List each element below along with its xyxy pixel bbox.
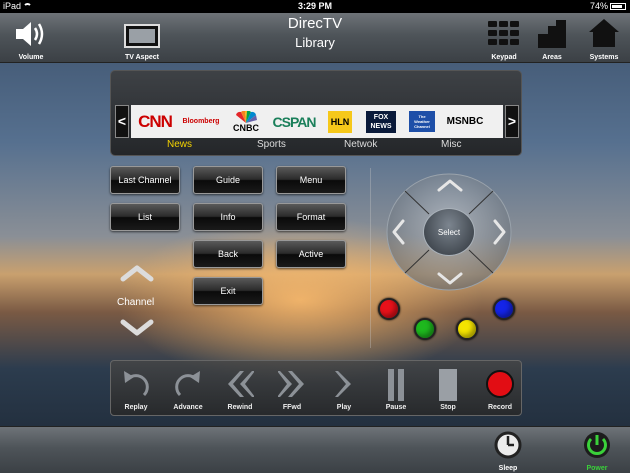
channel-logo-foxnews[interactable]: FOX NEWS [363,107,399,136]
volume-label: Volume [18,54,44,61]
play-button[interactable]: Play [319,361,369,417]
status-time: 3:29 PM [297,1,332,11]
keypad-button[interactable]: Keypad [482,13,526,63]
channel-logo-cnn[interactable]: CNN [135,107,175,136]
rewind-button[interactable]: Rewind [215,361,265,417]
advance-button[interactable]: Advance [163,361,213,417]
power-icon [584,432,610,458]
channel-logo-bloomberg[interactable]: Bloomberg [179,107,223,136]
replay-button[interactable]: Replay [111,361,161,417]
green-button[interactable] [414,318,436,340]
transport-controls: Replay Advance Rewind FFwd Play Pause St… [110,360,522,416]
yellow-button[interactable] [456,318,478,340]
last-channel-button[interactable]: Last Channel [110,166,180,194]
pause-icon [388,369,404,401]
back-button[interactable]: Back [193,240,263,268]
channels-next-button[interactable]: > [505,105,519,138]
dpad-down-button[interactable] [437,272,463,286]
channel-logo-strip: CNN Bloomberg CNBC CSPAN HLN FOX NEWS Th… [131,105,503,138]
power-label: Power [586,465,608,472]
record-icon [486,370,514,398]
battery-icon [610,3,626,11]
home-icon [589,19,619,47]
channel-logo-cspan[interactable]: CSPAN [271,107,317,136]
red-button[interactable] [378,298,400,320]
fast-forward-icon [278,371,304,397]
sleep-button[interactable]: Sleep [486,427,530,473]
channel-logo-hln[interactable]: HLN [323,107,357,136]
category-tab-news[interactable]: News [167,139,192,150]
channel-logo-msnbc[interactable]: MSNBC [445,107,485,136]
dpad: Select [385,172,513,292]
guide-button[interactable]: Guide [193,166,263,194]
top-nav-bar: Volume TV Aspect DirecTV Library Keypad … [0,13,630,63]
rewind-icon [228,371,254,397]
dpad-up-button[interactable] [437,178,463,192]
stop-icon [439,369,457,401]
category-tab-misc[interactable]: Misc [441,139,462,150]
channel-up-button[interactable] [120,264,154,282]
channel-favorites-panel: < CNN Bloomberg CNBC CSPAN HLN FOX NEWS … [110,70,522,156]
menu-button[interactable]: Menu [276,166,346,194]
areas-icon [538,20,566,48]
dpad-select-button[interactable]: Select [423,208,475,256]
areas-button[interactable]: Areas [532,13,572,63]
active-button[interactable]: Active [276,240,346,268]
keypad-icon [488,21,519,45]
channel-down-button[interactable] [120,319,154,337]
info-button[interactable]: Info [193,203,263,231]
status-bar: iPad 3:29 PM 74% [0,0,630,13]
channel-logo-cnbc[interactable]: CNBC [227,107,265,136]
record-button[interactable]: Record [475,361,525,417]
advance-icon [175,371,200,397]
category-tab-network[interactable]: Netwok [344,139,377,150]
ffwd-button[interactable]: FFwd [267,361,317,417]
channel-label: Channel [117,297,155,308]
list-button[interactable]: List [110,203,180,231]
stop-button[interactable]: Stop [423,361,473,417]
tv-aspect-label: TV Aspect [125,54,159,61]
blue-button[interactable] [493,298,515,320]
dpad-left-button[interactable] [391,219,405,245]
channels-prev-button[interactable]: < [115,105,129,138]
pause-button[interactable]: Pause [371,361,421,417]
dpad-right-button[interactable] [493,219,507,245]
channel-logo-weather[interactable]: The Weather Channel [407,107,437,136]
power-button[interactable]: Power [575,427,619,473]
battery-status: 74% [590,0,626,13]
sleep-timer-icon [494,431,522,459]
sleep-label: Sleep [498,465,518,472]
format-button[interactable]: Format [276,203,346,231]
bottom-bar: Sleep Power [0,426,630,473]
systems-label: Systems [589,54,619,61]
keypad-label: Keypad [491,54,517,61]
play-icon [335,371,351,397]
replay-icon [124,371,149,397]
category-tab-sports[interactable]: Sports [257,139,286,150]
peacock-icon [236,110,257,123]
exit-button[interactable]: Exit [193,277,263,305]
areas-label: Areas [542,54,562,61]
panel-divider [370,168,371,348]
systems-button[interactable]: Systems [582,13,626,63]
